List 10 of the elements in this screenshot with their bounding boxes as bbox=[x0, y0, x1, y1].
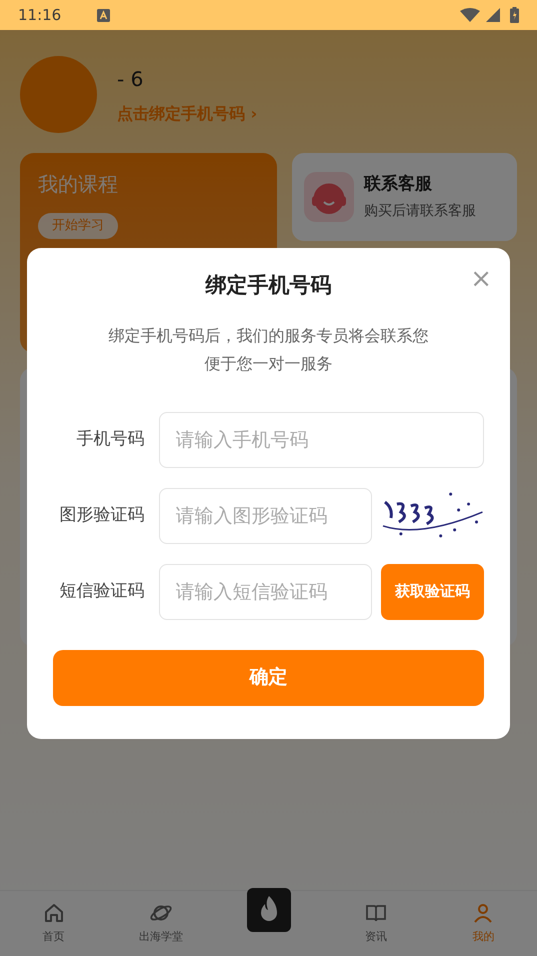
field-label: 手机号码 bbox=[76, 428, 146, 451]
card-title: 联系客服 bbox=[364, 172, 433, 196]
field-label: 图形验证码 bbox=[58, 504, 146, 527]
user-name: - 6 bbox=[117, 66, 144, 92]
card-subtitle: 购买后请联系客服 bbox=[364, 202, 476, 222]
field-label: 短信验证码 bbox=[58, 580, 146, 603]
status-time: 11:16 bbox=[18, 4, 62, 26]
dialog-title: 绑定手机号码 bbox=[206, 272, 332, 299]
card-title: 我的课程 bbox=[38, 171, 118, 198]
dialog-description: 绑定手机号码后，我们的服务专员将会联系您 便于您一对一服务 bbox=[108, 324, 430, 374]
